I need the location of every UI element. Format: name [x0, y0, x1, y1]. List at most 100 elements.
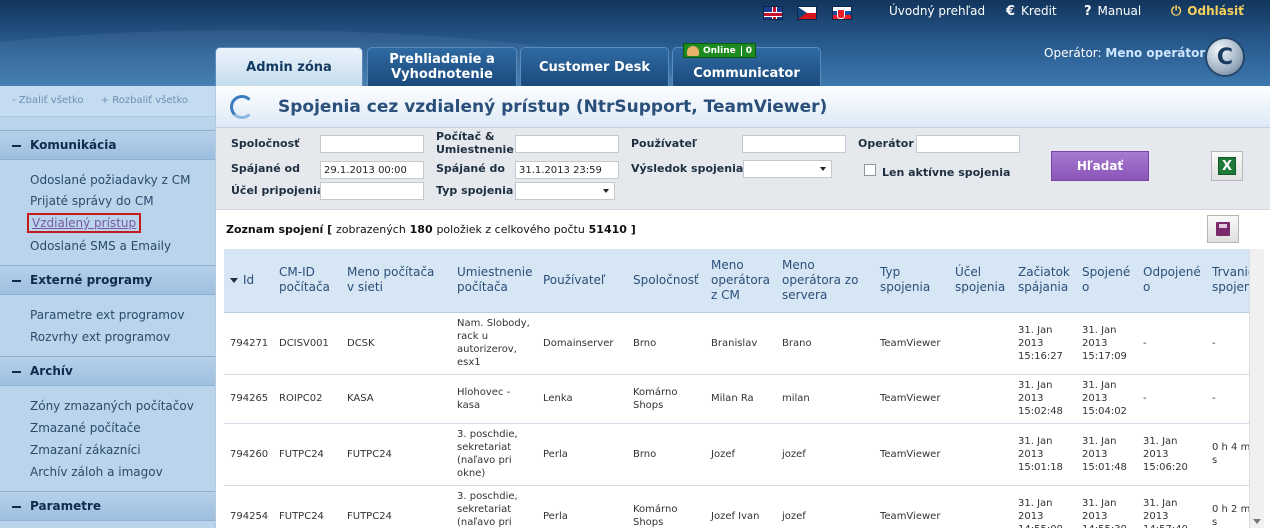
- cell-disconnected: 31. Jan 2013 15:06:20: [1137, 423, 1206, 486]
- table-scrollbar[interactable]: [1249, 249, 1264, 528]
- column-header-operator-cm[interactable]: Meno operátora z CM: [705, 249, 776, 313]
- column-header-company[interactable]: Spoločnosť: [627, 249, 705, 313]
- sidebar-item-received-messages[interactable]: Prijaté správy do CM: [30, 194, 154, 208]
- computer-field[interactable]: [515, 135, 619, 153]
- sidebar-item-deleted-customers[interactable]: Zmazaní zákazníci: [30, 443, 141, 457]
- uk-flag-icon[interactable]: [763, 6, 783, 20]
- from-date-field[interactable]: [320, 161, 424, 179]
- cell-connection-type: TeamViewer: [874, 485, 949, 528]
- overview-link[interactable]: Úvodný prehľad: [889, 4, 985, 18]
- active-only-checkbox[interactable]: [864, 164, 876, 176]
- column-header-duration[interactable]: Trvanie spojenia: [1206, 249, 1249, 313]
- cell-purpose: [949, 485, 1012, 528]
- active-only-label: Len aktívne spojenia: [882, 166, 1011, 179]
- user-field[interactable]: [742, 135, 846, 153]
- cell-cm-id: DCISV001: [273, 312, 341, 375]
- column-header-connection-type[interactable]: Typ spojenia: [874, 249, 949, 313]
- cz-flag-icon[interactable]: [797, 6, 817, 20]
- column-header-cm-id[interactable]: CM-ID počítača: [273, 249, 341, 313]
- logo-letter: C: [1216, 44, 1234, 70]
- sidebar-item-ext-params[interactable]: Parametre ext programov: [30, 308, 184, 322]
- cell-network-name: KASA: [341, 374, 451, 424]
- expand-all-link[interactable]: + Rozbaliť všetko: [101, 95, 188, 106]
- column-header-location[interactable]: Umiestnenie počítača: [451, 249, 537, 313]
- cell-operator-server: milan: [776, 374, 874, 424]
- column-header-purpose[interactable]: Účel spojenia: [949, 249, 1012, 313]
- table-row[interactable]: 794254 FUTPC24 FUTPC24 3. poschdie, sekr…: [224, 485, 1249, 528]
- main-content: Spojenia cez vzdialený prístup (NtrSuppo…: [215, 86, 1270, 528]
- company-field[interactable]: [320, 135, 424, 153]
- column-header-disconnected[interactable]: Odpojené o: [1137, 249, 1206, 313]
- cell-cm-id: FUTPC24: [273, 485, 341, 528]
- sidebar-item-sent-requests[interactable]: Odoslané požiadavky z CM: [30, 173, 190, 187]
- type-select[interactable]: [515, 182, 615, 200]
- cell-purpose: [949, 374, 1012, 424]
- cell-connected: 31. Jan 2013 15:01:48: [1076, 423, 1137, 486]
- operator-filter-field[interactable]: [916, 135, 1020, 153]
- cell-operator-cm: Jozef Ivan: [705, 485, 776, 528]
- to-date-field[interactable]: [515, 161, 619, 179]
- cell-disconnected: -: [1137, 374, 1206, 424]
- result-select[interactable]: [743, 160, 832, 178]
- list-shown-text: zobrazených: [336, 223, 406, 236]
- table-row[interactable]: 794265 ROIPC02 KASA Hlohovec - kasa Lenk…: [224, 374, 1249, 424]
- sidebar-section-external-programs[interactable]: Externé programy: [0, 265, 215, 295]
- search-button[interactable]: Hľadať: [1051, 151, 1149, 181]
- column-header-network-name[interactable]: Meno počítača v sieti: [341, 249, 451, 313]
- cell-connection-type: TeamViewer: [874, 423, 949, 486]
- sidebar-item-deleted-zones[interactable]: Zóny zmazaných počítačov: [30, 399, 194, 413]
- minus-icon: [12, 505, 21, 508]
- operator-name[interactable]: Meno operátora: [1105, 46, 1213, 60]
- cell-disconnected: -: [1137, 312, 1206, 375]
- sidebar-item-remote-access[interactable]: Vzdialený prístup: [26, 213, 142, 233]
- cell-user: Domainserver: [537, 312, 627, 375]
- tab-label: Admin zóna: [246, 59, 332, 75]
- manual-link[interactable]: ? Manual: [1084, 4, 1141, 19]
- cell-connection-type: TeamViewer: [874, 312, 949, 375]
- purpose-field[interactable]: [320, 182, 424, 200]
- cell-duration: -: [1206, 374, 1249, 424]
- cell-network-name: DCSK: [341, 312, 451, 375]
- excel-export-button[interactable]: X: [1211, 151, 1243, 181]
- sidebar-item-sent-sms-emails[interactable]: Odoslané SMS a Emaily: [30, 239, 171, 253]
- sidebar: - Zbaliť všetko + Rozbaliť všetko Komuni…: [0, 86, 215, 528]
- operator-prefix: Operátor:: [1044, 46, 1102, 60]
- sidebar-item-ext-schedules[interactable]: Rozvrhy ext programov: [30, 330, 170, 344]
- overview-label: Úvodný prehľad: [889, 4, 986, 18]
- cell-operator-cm: Milan Ra: [705, 374, 776, 424]
- sk-flag-icon[interactable]: [832, 6, 852, 20]
- section-title: Parametre: [30, 499, 102, 513]
- table-row[interactable]: 794271 DCISV001 DCSK Nam. Slobody, rack …: [224, 312, 1249, 375]
- operator-filter-label: Operátor: [858, 137, 914, 150]
- tab-admin-zone[interactable]: Admin zóna: [215, 47, 363, 86]
- result-label: Výsledok spojenia: [631, 162, 744, 175]
- cell-user: Lenka: [537, 374, 627, 424]
- cell-operator-server: jozef: [776, 423, 874, 486]
- sidebar-section-archive[interactable]: Archív: [0, 356, 215, 386]
- column-header-label: Id: [243, 272, 255, 287]
- credit-link[interactable]: € Kredit: [1006, 4, 1057, 19]
- connections-table: Id CM-ID počítača Meno počítača v sieti …: [224, 249, 1249, 528]
- tab-customer-desk[interactable]: Customer Desk: [520, 47, 669, 86]
- collapse-all-link[interactable]: - Zbaliť všetko: [12, 95, 84, 106]
- column-header-id[interactable]: Id: [224, 249, 273, 313]
- sidebar-section-komunikacia[interactable]: Komunikácia: [0, 130, 215, 160]
- column-header-user[interactable]: Používateľ: [537, 249, 627, 313]
- cell-connected: 31. Jan 2013 14:55:30: [1076, 485, 1137, 528]
- save-button[interactable]: [1207, 215, 1239, 243]
- cell-location: 3. poschdie, sekretariat (naľavo pri okn…: [451, 423, 537, 486]
- column-header-operator-server[interactable]: Meno operátora zo servera: [776, 249, 874, 313]
- sidebar-item-deleted-computers[interactable]: Zmazané počítače: [30, 421, 141, 435]
- cell-operator-server: Brano: [776, 312, 874, 375]
- tab-browsing[interactable]: Prehliadanie a Vyhodnotenie: [367, 47, 517, 86]
- logout-link[interactable]: ⏻ Odhlásiť: [1171, 4, 1244, 19]
- list-suffix: ]: [630, 223, 636, 236]
- sidebar-section-parameters[interactable]: Parametre: [0, 491, 215, 521]
- user-avatar-icon: [687, 45, 699, 56]
- column-header-connected[interactable]: Spojené o: [1076, 249, 1137, 313]
- scroll-down-icon[interactable]: [1253, 519, 1261, 524]
- table-row[interactable]: 794260 FUTPC24 FUTPC24 3. poschdie, sekr…: [224, 423, 1249, 486]
- online-status-badge[interactable]: Online 0: [683, 43, 757, 58]
- sidebar-item-backup-archive[interactable]: Archív záloh a imagov: [30, 465, 163, 479]
- column-header-start[interactable]: Začiatok spájania: [1012, 249, 1076, 313]
